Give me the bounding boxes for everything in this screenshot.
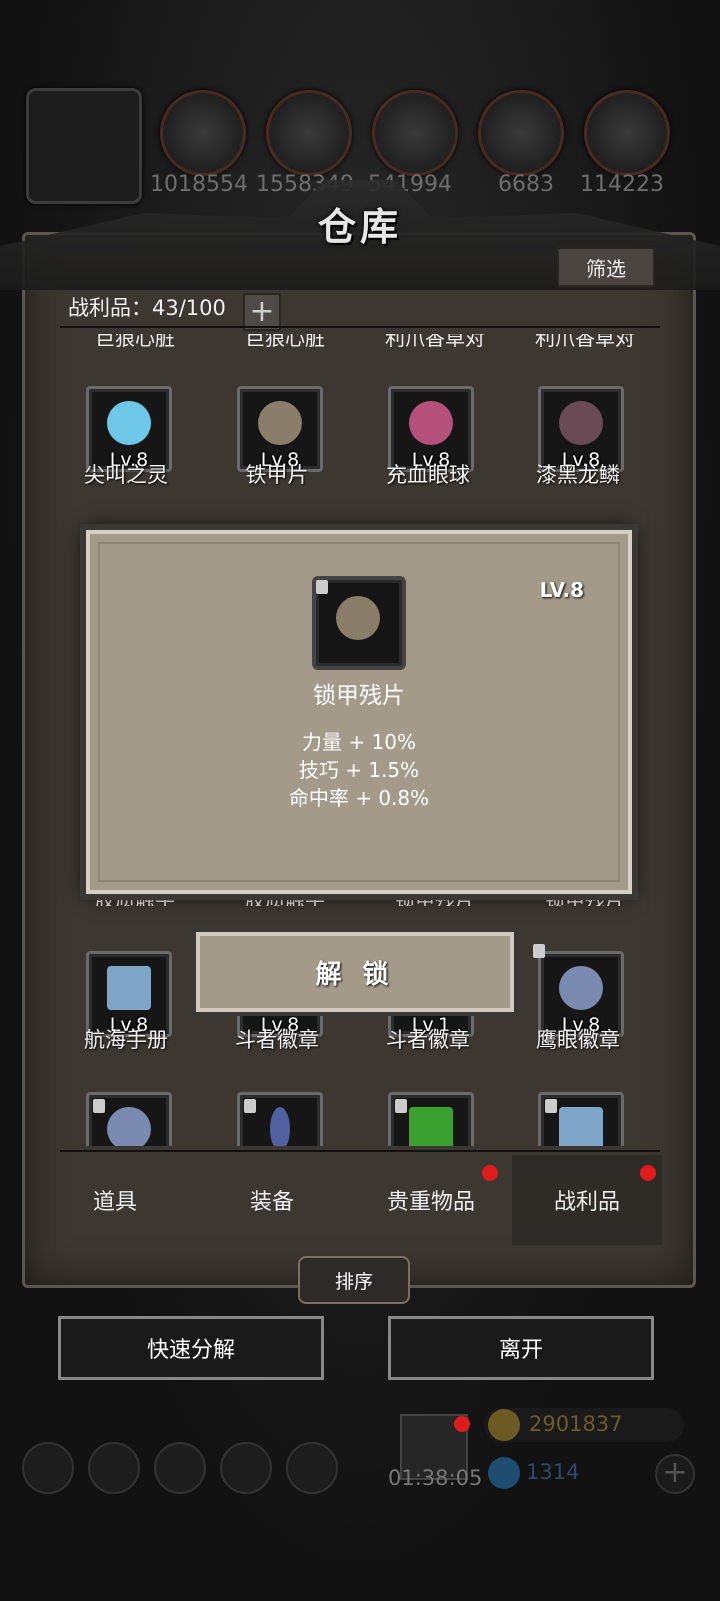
quick-decompose-button[interactable]: 快速分解 [58, 1316, 324, 1380]
mail-icon[interactable] [220, 1442, 272, 1494]
necklace-icon [270, 1107, 290, 1146]
lock-icon [93, 1099, 105, 1113]
category-tabs: 道具 装备 贵重物品 战利品 [60, 1155, 670, 1245]
item-name: 斗者徽章 [386, 1028, 470, 1052]
unlock-button[interactable]: 解 锁 [196, 932, 514, 1012]
spirit-icon [107, 401, 151, 445]
item-slot[interactable] [237, 1092, 323, 1146]
lock-icon [395, 1099, 407, 1113]
eyeball-icon [409, 401, 453, 445]
divider [60, 1150, 660, 1152]
handbook-icon [107, 966, 151, 1010]
popup-stat: 命中率 + 0.8% [288, 786, 430, 810]
tab-equipment[interactable]: 装备 [197, 1155, 347, 1245]
guild-icon[interactable] [286, 1442, 338, 1494]
gem-counter: 1314 [484, 1456, 684, 1490]
tab-items[interactable]: 道具 [40, 1155, 190, 1245]
item-row-partial [60, 1090, 660, 1146]
leave-button[interactable]: 离开 [388, 1316, 654, 1380]
quest-icon[interactable] [154, 1442, 206, 1494]
popup-level: LV.8 [539, 578, 584, 602]
popup-item-name: 锁甲残片 [313, 683, 405, 709]
resource-meat-icon [160, 90, 246, 176]
lock-icon [533, 944, 545, 958]
item-name: 鹰眼徽章 [536, 1028, 620, 1052]
gift-timer: 01:38:05 [388, 1466, 483, 1490]
popup-stat: 力量 + 10% [302, 730, 416, 754]
item-name: 漆黑龙鳞 [536, 463, 620, 487]
sort-button[interactable]: 排序 [298, 1256, 410, 1304]
item-name: 巨狼心脏 [245, 334, 325, 348]
green-book-icon [409, 1107, 453, 1146]
notification-dot [482, 1165, 498, 1181]
star-icon[interactable] [88, 1442, 140, 1494]
gem-icon [488, 1457, 520, 1489]
resource-amount: 114223 [580, 172, 664, 197]
loot-capacity: 战利品：43/100 [68, 296, 226, 320]
item-name: 利爪香草对 [535, 334, 635, 348]
resource-ore-icon [584, 90, 670, 176]
gem-amount: 1314 [526, 1460, 580, 1484]
item-name: 航海手册 [84, 1028, 168, 1052]
notification-dot [454, 1416, 470, 1432]
settings-icon[interactable] [22, 1442, 74, 1494]
gold-amount: 2901837 [529, 1412, 623, 1436]
popup-item-icon [312, 576, 406, 670]
resource-iron-icon [372, 90, 458, 176]
page-title: 仓库 [317, 204, 402, 249]
item-name: 充血眼球 [386, 463, 470, 487]
hawk-badge-icon [559, 966, 603, 1010]
item-name: 巨狼心脏 [95, 334, 175, 348]
resource-amount: 1018554 [150, 172, 248, 197]
item-detail-popup: LV.8 锁甲残片 力量 + 10% 技巧 + 1.5% 命中率 + 0.8% [86, 530, 632, 894]
item-slot[interactable] [86, 1092, 172, 1146]
popup-stat: 技巧 + 1.5% [298, 758, 420, 782]
filter-button[interactable]: 筛选 [557, 247, 655, 287]
item-name: 利爪香草对 [385, 334, 485, 348]
gold-counter: 2901837 [484, 1408, 684, 1442]
item-name: 斗者徽章 [235, 1028, 319, 1052]
badge-icon [107, 1107, 151, 1146]
item-name: 尖叫之灵 [84, 463, 168, 487]
gold-coin-icon [488, 1409, 520, 1441]
item-name: 铁甲片 [245, 463, 309, 487]
lock-icon [545, 1099, 557, 1113]
armor-piece-icon [258, 401, 302, 445]
handbook-icon [559, 1107, 603, 1146]
hero-portrait[interactable] [26, 88, 142, 204]
item-slot[interactable] [538, 1092, 624, 1146]
resource-amount: 6683 [498, 172, 554, 197]
divider [60, 326, 660, 328]
item-slot[interactable] [388, 1092, 474, 1146]
resource-wood-icon [266, 90, 352, 176]
add-currency-button[interactable]: + [655, 1454, 695, 1494]
scrolled-item-names: 巨狼心脏 巨狼心脏 利爪香草对 利爪香草对 [60, 334, 660, 348]
armor-piece-icon [336, 596, 380, 640]
notification-dot [640, 1165, 656, 1181]
dragon-scale-icon [559, 401, 603, 445]
lock-icon [244, 1099, 256, 1113]
lock-icon [316, 580, 328, 594]
tab-loot[interactable]: 战利品 [512, 1155, 662, 1245]
resource-crystal-icon [478, 90, 564, 176]
